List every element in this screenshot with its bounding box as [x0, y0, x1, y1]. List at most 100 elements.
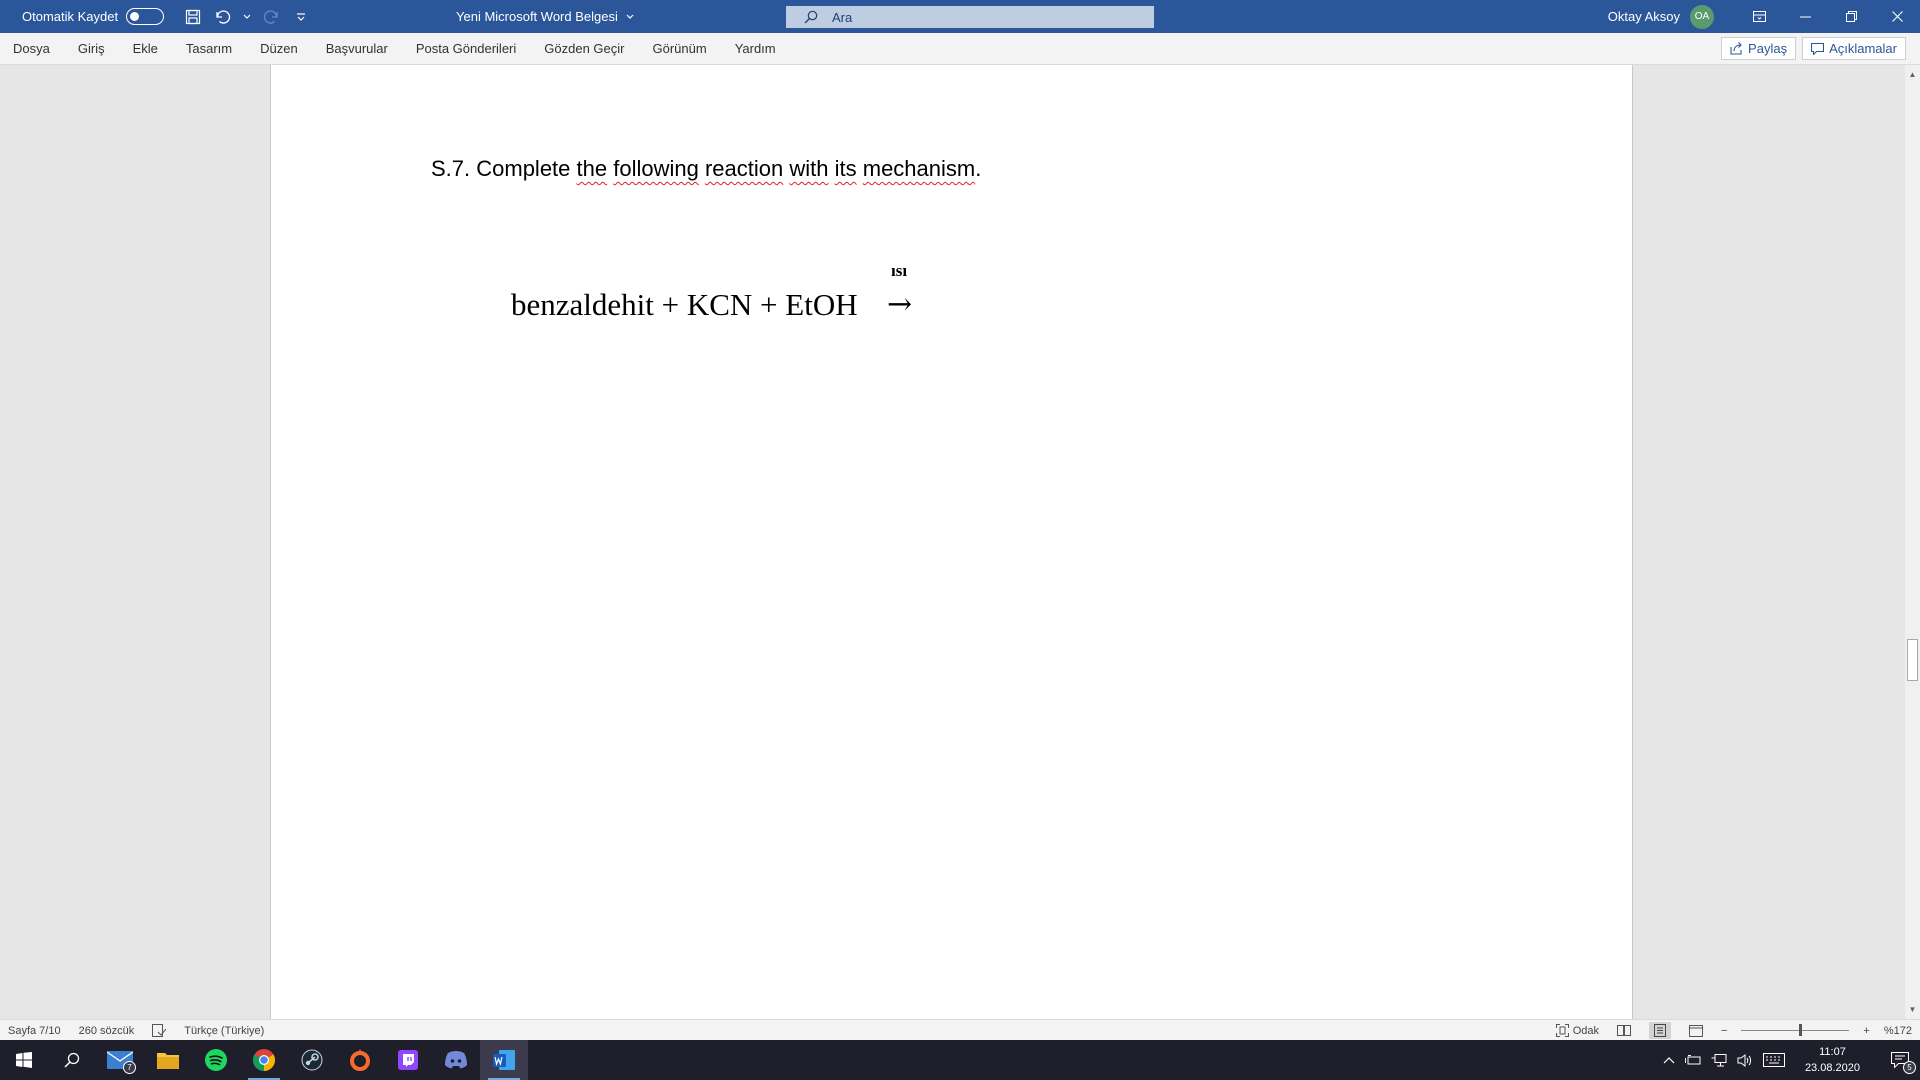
- share-icon: [1730, 42, 1742, 55]
- avatar[interactable]: OA: [1690, 4, 1714, 29]
- tab-basvurular[interactable]: Başvurular: [312, 33, 402, 65]
- search-button[interactable]: [48, 1040, 96, 1080]
- tab-tasarim[interactable]: Tasarım: [172, 33, 246, 65]
- tab-giris[interactable]: Giriş: [64, 33, 119, 65]
- volume-icon[interactable]: [1737, 1053, 1753, 1067]
- quick-access-toolbar: Otomatik Kaydet: [22, 0, 312, 33]
- origin-icon: [350, 1049, 370, 1071]
- autosave-toggle[interactable]: [126, 8, 165, 25]
- proofing-icon[interactable]: [152, 1024, 167, 1037]
- undo-icon[interactable]: [212, 6, 234, 28]
- web-layout-icon: [1688, 1024, 1703, 1037]
- scroll-thumb[interactable]: [1907, 639, 1918, 681]
- title-bar: Otomatik Kaydet Yeni Microsoft Word Belg…: [0, 0, 1920, 33]
- autosave-label: Otomatik Kaydet: [22, 9, 119, 24]
- origin-app[interactable]: [336, 1040, 384, 1080]
- ribbon-tabs: Dosya Giriş Ekle Tasarım Düzen Başvurula…: [0, 33, 1920, 65]
- undo-dropdown-icon[interactable]: [242, 6, 252, 28]
- tab-gozden-gecir[interactable]: Gözden Geçir: [530, 33, 638, 65]
- twitch-app[interactable]: [384, 1040, 432, 1080]
- zoom-out-icon[interactable]: −: [1721, 1025, 1727, 1037]
- redo-icon[interactable]: [260, 6, 282, 28]
- spotify-icon: [205, 1049, 227, 1071]
- reaction-equation: benzaldehit + KCN + EtOH: [511, 287, 858, 322]
- notification-count: 5: [1903, 1061, 1916, 1074]
- clock-date: 23.08.2020: [1804, 1062, 1860, 1074]
- tab-dosya[interactable]: Dosya: [0, 33, 64, 65]
- search-icon: [64, 1052, 80, 1068]
- status-bar: Sayfa 7/10 260 sözcük Türkçe (Türkiye) O…: [0, 1019, 1920, 1040]
- vertical-scrollbar[interactable]: ▲ ▼: [1905, 65, 1920, 1019]
- steam-icon: [301, 1049, 323, 1071]
- spellcheck-word: mechanism: [862, 156, 976, 181]
- question-text[interactable]: S.7. Complete the following reaction wit…: [431, 156, 981, 182]
- scroll-down-icon[interactable]: ▼: [1905, 1002, 1920, 1017]
- chevron-down-icon: [626, 14, 634, 19]
- question-prefix: S.7. Complete: [431, 156, 577, 181]
- network-icon[interactable]: [1711, 1053, 1727, 1067]
- search-placeholder: Ara: [832, 9, 853, 25]
- zoom-in-icon[interactable]: +: [1863, 1025, 1869, 1037]
- discord-icon: [445, 1051, 467, 1069]
- search-box[interactable]: Ara: [786, 6, 1154, 28]
- minimize-icon: [1799, 16, 1811, 17]
- action-center-button[interactable]: 5: [1880, 1040, 1920, 1080]
- tab-ekle[interactable]: Ekle: [119, 33, 172, 65]
- ribbon-display-options-button[interactable]: [1736, 0, 1782, 33]
- zoom-slider[interactable]: [1741, 1024, 1850, 1036]
- comments-button[interactable]: Açıklamalar: [1802, 37, 1906, 60]
- user-name[interactable]: Oktay Aksoy: [1608, 9, 1680, 24]
- language[interactable]: Türkçe (Türkiye): [184, 1025, 264, 1037]
- comments-label: Açıklamalar: [1829, 41, 1897, 56]
- chrome-app[interactable]: [240, 1040, 288, 1080]
- spellcheck-word: the: [576, 156, 608, 181]
- discord-app[interactable]: [432, 1040, 480, 1080]
- mail-app[interactable]: 7: [96, 1040, 144, 1080]
- clock-time: 11:07: [1819, 1046, 1846, 1058]
- document-title[interactable]: Yeni Microsoft Word Belgesi: [456, 0, 634, 33]
- word-app[interactable]: [480, 1040, 528, 1080]
- twitch-icon: [398, 1050, 418, 1070]
- save-icon[interactable]: [182, 6, 204, 28]
- page-info[interactable]: Sayfa 7/10: [8, 1025, 61, 1037]
- keyboard-icon[interactable]: [1762, 1053, 1785, 1067]
- read-mode-button[interactable]: [1613, 1022, 1635, 1039]
- system-tray: 11:07 23.08.2020 5: [1663, 1040, 1920, 1080]
- close-button[interactable]: [1874, 0, 1920, 33]
- share-label: Paylaş: [1748, 41, 1788, 56]
- clock[interactable]: 11:07 23.08.2020: [1805, 1044, 1860, 1076]
- document-page[interactable]: S.7. Complete the following reaction wit…: [270, 65, 1633, 1019]
- tab-gorunum[interactable]: Görünüm: [638, 33, 720, 65]
- word-count[interactable]: 260 sözcük: [79, 1025, 135, 1037]
- ribbon-display-icon: [1752, 11, 1766, 22]
- restore-button[interactable]: [1828, 0, 1874, 33]
- read-mode-icon: [1616, 1025, 1631, 1036]
- zoom-slider-thumb[interactable]: [1799, 1024, 1803, 1036]
- question-suffix: .: [975, 156, 982, 181]
- tab-duzen[interactable]: Düzen: [246, 33, 312, 65]
- spellcheck-word: its: [834, 156, 857, 181]
- close-icon: [1891, 11, 1903, 22]
- customize-qat-icon[interactable]: [290, 6, 312, 28]
- file-explorer-app[interactable]: [144, 1040, 192, 1080]
- document-area[interactable]: S.7. Complete the following reaction wit…: [0, 65, 1905, 1019]
- start-button[interactable]: [0, 1040, 48, 1080]
- mail-badge: 7: [123, 1061, 136, 1074]
- minimize-button[interactable]: [1782, 0, 1828, 33]
- focus-button[interactable]: Odak: [1555, 1024, 1599, 1037]
- chevron-up-icon[interactable]: [1663, 1056, 1675, 1064]
- spotify-app[interactable]: [192, 1040, 240, 1080]
- tab-posta-gonderileri[interactable]: Posta Gönderileri: [402, 33, 530, 65]
- word-icon: [493, 1050, 515, 1070]
- steam-app[interactable]: [288, 1040, 336, 1080]
- print-layout-button[interactable]: [1648, 1022, 1671, 1039]
- zoom-level[interactable]: %172: [1884, 1025, 1912, 1037]
- web-layout-button[interactable]: [1685, 1022, 1707, 1039]
- tab-yardim[interactable]: Yardım: [721, 33, 790, 65]
- scroll-up-icon[interactable]: ▲: [1905, 67, 1920, 82]
- spellcheck-word: reaction: [704, 156, 784, 181]
- battery-icon[interactable]: [1684, 1054, 1701, 1066]
- spellcheck-word: following: [613, 156, 699, 181]
- share-button[interactable]: Paylaş: [1721, 37, 1797, 60]
- chrome-icon: [253, 1049, 275, 1071]
